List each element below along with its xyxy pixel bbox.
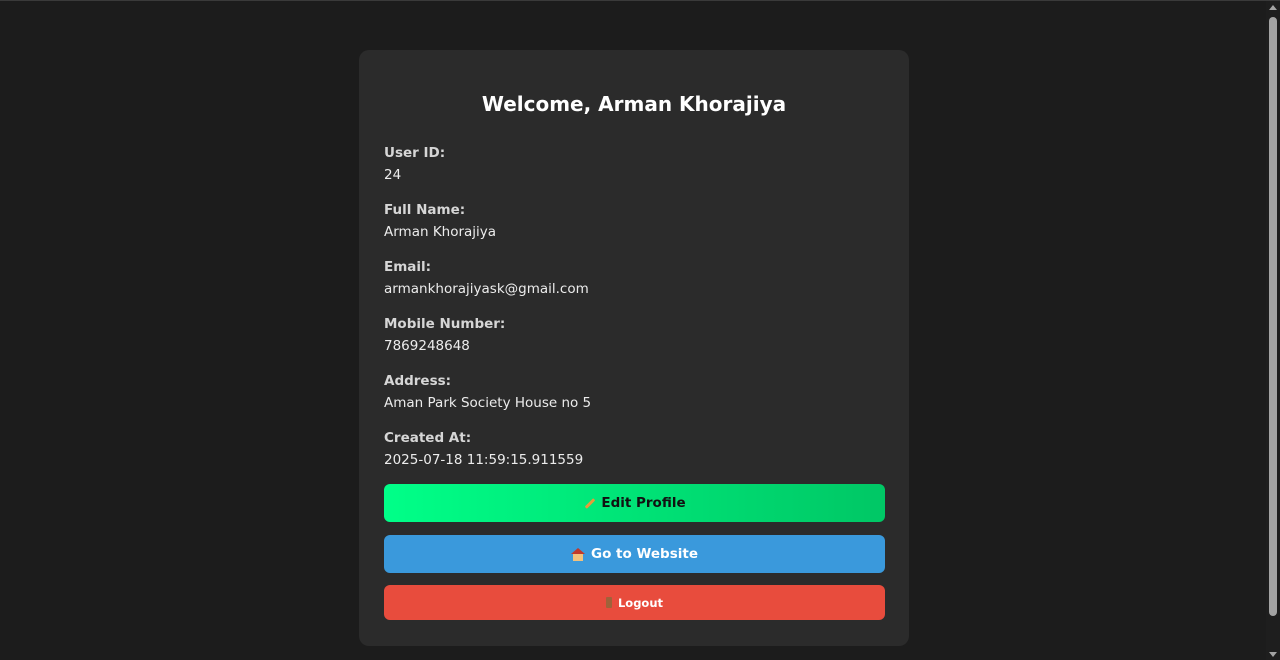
- logout-button[interactable]: Logout: [384, 585, 885, 620]
- field-label: Email:: [384, 259, 432, 275]
- field-created-at: Created At: 2025-07-18 11:59:15.911559: [384, 429, 583, 469]
- field-label: Created At:: [384, 430, 472, 446]
- field-value: Arman Khorajiya: [384, 224, 497, 240]
- page-title: Welcome, Arman Khorajiya: [481, 92, 787, 116]
- field-value: 24: [384, 167, 402, 183]
- field-label: Address:: [384, 373, 452, 389]
- go-to-website-label: Go to Website: [591, 546, 698, 562]
- field-full-name: Full Name: Arman Khorajiya: [384, 201, 496, 241]
- go-to-website-button[interactable]: Go to Website: [384, 535, 885, 573]
- field-value: Aman Park Society House no 5: [384, 395, 592, 411]
- field-label: Full Name:: [384, 202, 466, 218]
- house-icon: [571, 547, 585, 561]
- vertical-scrollbar[interactable]: [1266, 1, 1280, 660]
- field-value: 7869248648: [384, 338, 470, 354]
- pencil-icon: [583, 497, 595, 509]
- field-mobile-number: Mobile Number: 7869248648: [384, 315, 505, 355]
- page-viewport: Welcome, Arman Khorajiya User ID: 24 Ful…: [0, 0, 1280, 660]
- profile-card: Welcome, Arman Khorajiya User ID: 24 Ful…: [359, 50, 909, 646]
- field-label: User ID:: [384, 145, 446, 161]
- edit-profile-label: Edit Profile: [601, 495, 686, 511]
- field-address: Address: Aman Park Society House no 5: [384, 372, 591, 412]
- scroll-up-arrow-icon[interactable]: [1269, 5, 1277, 10]
- scroll-down-arrow-icon[interactable]: [1269, 652, 1277, 657]
- edit-profile-button[interactable]: Edit Profile: [384, 484, 885, 522]
- field-value: 2025-07-18 11:59:15.911559: [384, 452, 584, 468]
- field-value: armankhorajiyask@gmail.com: [384, 281, 589, 297]
- field-email: Email: armankhorajiyask@gmail.com: [384, 258, 589, 298]
- door-icon: [605, 597, 612, 608]
- scrollbar-thumb[interactable]: [1269, 17, 1277, 616]
- field-user-id: User ID: 24: [384, 144, 445, 184]
- logout-label: Logout: [617, 595, 664, 610]
- field-label: Mobile Number:: [384, 316, 506, 332]
